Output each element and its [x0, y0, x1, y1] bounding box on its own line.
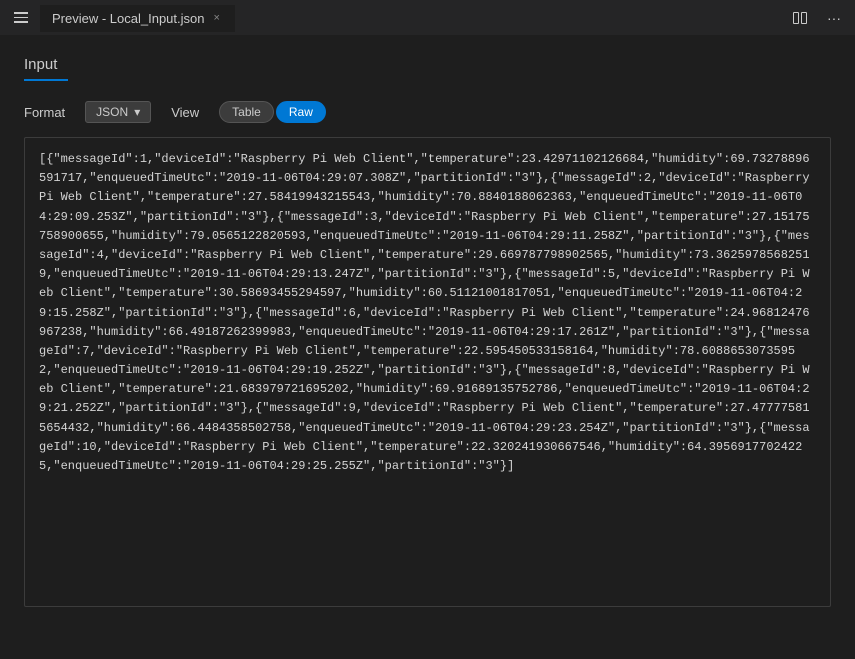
section-underline [24, 79, 68, 81]
chevron-down-icon: ▾ [134, 105, 140, 119]
title-bar-left: Preview - Local_Input.json × [10, 4, 235, 32]
format-selector[interactable]: JSON ▾ [85, 101, 151, 123]
main-content: Input Format JSON ▾ View Table Raw [{"me… [0, 36, 855, 627]
table-view-button[interactable]: Table [219, 101, 274, 123]
json-display[interactable]: [{"messageId":1,"deviceId":"Raspberry Pi… [24, 137, 831, 607]
split-editor-button[interactable] [789, 8, 811, 28]
editor-tab[interactable]: Preview - Local_Input.json × [40, 4, 235, 32]
raw-view-button[interactable]: Raw [276, 101, 326, 123]
more-actions-button[interactable]: ··· [823, 6, 845, 30]
title-bar-right: ··· [789, 6, 845, 30]
split-editor-icon [793, 12, 807, 24]
hamburger-icon[interactable] [10, 8, 32, 27]
controls-row: Format JSON ▾ View Table Raw [24, 101, 831, 123]
view-label: View [171, 105, 199, 120]
tab-close-icon[interactable]: × [210, 11, 222, 25]
section-title: Input [24, 56, 831, 73]
tab-title: Preview - Local_Input.json [52, 11, 204, 26]
more-actions-icon: ··· [827, 10, 841, 26]
view-buttons: Table Raw [219, 101, 326, 123]
format-label: Format [24, 105, 65, 120]
format-value: JSON [96, 105, 128, 119]
title-bar: Preview - Local_Input.json × ··· [0, 0, 855, 36]
